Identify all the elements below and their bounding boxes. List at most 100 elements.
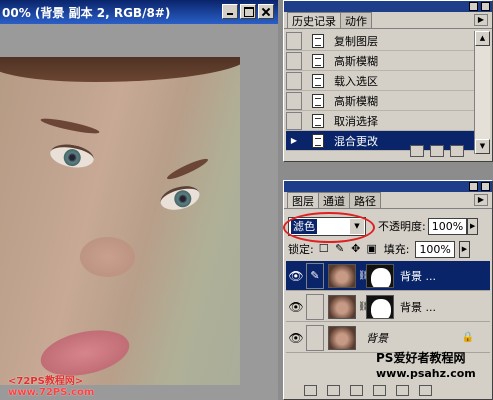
history-snapshot-box[interactable] [286,31,302,50]
eye-icon[interactable]: 👁 [286,331,306,345]
history-panel: 历史记录 动作 ▶ 复制图层 高斯模糊 载入选区 高斯模糊 取消选择 ▶ 混合更… [283,0,493,162]
layer-style-icon[interactable] [304,385,317,396]
layers-panel-titlebar[interactable] [284,181,492,192]
photo-eye-left [48,141,96,171]
new-snapshot-icon[interactable] [430,144,444,157]
history-step-icon [312,93,324,108]
portrait-photo[interactable] [0,57,240,385]
layers-tabs: 图层 通道 路径 ▶ [284,192,492,209]
maximize-button[interactable] [240,4,256,19]
brush-icon[interactable]: ✎ [306,262,324,289]
blend-options-row: 滤色 ▼ 不透明度: 100% ▶ [283,211,488,243]
history-item[interactable]: 高斯模糊 [286,91,474,111]
layer-mask-thumbnail[interactable] [366,263,394,288]
history-step-icon [312,53,324,68]
panel-minimize-icon[interactable] [469,2,478,11]
fill-slider-arrow-icon[interactable]: ▶ [458,240,470,258]
new-document-from-state-icon[interactable] [410,144,424,157]
layer-name: 背景 ... [400,269,436,283]
history-snapshot-box[interactable] [286,71,302,90]
opacity-input[interactable]: 100% [427,217,468,235]
panel-close-icon[interactable] [481,2,490,11]
new-layer-icon[interactable] [396,385,409,396]
panel-close-icon[interactable] [481,182,490,191]
history-tabs: 历史记录 动作 ▶ [284,12,492,29]
watermark-line1: <72PS教程网> [8,376,84,387]
blend-mode-select[interactable]: 滤色 ▼ [283,211,375,243]
watermark-line2: www.72PS.com [8,387,95,398]
tab-paths[interactable]: 路径 [349,192,381,208]
layer-row[interactable]: 👁 ⛓ 背景 ... [286,292,490,322]
layer-link-cell[interactable] [306,324,324,351]
history-step-icon [312,33,324,48]
history-item[interactable]: 高斯模糊 [286,51,474,71]
photo-eye-right [157,182,203,214]
layer-link-cell[interactable] [306,293,324,320]
history-snapshot-box[interactable] [286,91,302,110]
adjustment-layer-icon[interactable] [350,385,363,396]
panel-minimize-icon[interactable] [469,182,478,191]
opacity-label: 不透明度: [378,220,426,233]
layer-name: 背景 [366,331,388,345]
panel-menu-icon[interactable]: ▶ [474,14,488,26]
layer-thumbnail[interactable] [328,325,356,350]
chain-link-icon[interactable]: ⛓ [358,302,369,312]
watermark: <72PS教程网> www.72PS.com [8,376,94,398]
site-watermark: PS爱好者教程网 www.psahz.com [376,351,476,381]
layer-thumbnail[interactable] [328,263,356,288]
history-list: 复制图层 高斯模糊 载入选区 高斯模糊 取消选择 ▶ 混合更改 [286,31,474,151]
layer-thumbnail[interactable] [328,294,356,319]
tab-actions[interactable]: 动作 [340,12,372,28]
history-step-icon [312,113,324,128]
document-title: 00% (背景 副本 2, RGB/8#) [2,6,171,20]
panel-menu-icon[interactable]: ▶ [474,194,488,206]
chain-link-icon[interactable]: ⛓ [358,271,369,281]
fill-label: 填充: [383,243,410,256]
document-window: 00% (背景 副本 2, RGB/8#) <72PS教程网> www.72PS… [0,0,278,400]
history-footer [286,141,474,160]
photo-nose [80,237,135,277]
history-step-icon [312,73,324,88]
eye-icon[interactable]: 👁 [286,269,306,283]
lock-all-icon[interactable]: ▣ [366,243,378,255]
history-item[interactable]: 复制图层 [286,31,474,51]
minimize-button[interactable] [222,4,238,19]
fill-input[interactable]: 100% [415,240,455,258]
lock-row: 锁定: ☐ ✎ ✥ ▣ 填充: 100% ▶ [288,240,488,258]
canvas-area[interactable] [0,24,278,400]
history-snapshot-box[interactable] [286,51,302,70]
history-item[interactable]: 取消选择 [286,111,474,131]
trash-icon[interactable] [450,144,464,157]
layer-name: 背景 ... [400,300,436,314]
photo-hair [0,57,240,82]
layer-row-background[interactable]: 👁 背景 🔒 [286,323,490,353]
lock-position-move-icon[interactable]: ✥ [350,243,362,255]
lock-icon: 🔒 [461,332,474,343]
history-item-label: 取消选择 [334,114,378,128]
lock-pixels-brush-icon[interactable]: ✎ [334,243,346,255]
opacity-slider-arrow-icon[interactable]: ▶ [467,217,479,235]
trash-icon[interactable] [419,385,432,396]
site-watermark-title: PS爱好者教程网 [376,351,466,365]
tab-history[interactable]: 历史记录 [287,12,341,28]
history-item-label: 高斯模糊 [334,94,378,108]
layers-panel: 图层 通道 路径 ▶ 滤色 ▼ 不透明度: 100% ▶ 锁定: ☐ ✎ ✥ ▣… [283,180,493,400]
tab-layers[interactable]: 图层 [287,192,319,208]
document-titlebar[interactable]: 00% (背景 副本 2, RGB/8#) [0,0,278,24]
history-item[interactable]: 载入选区 [286,71,474,91]
scroll-up-icon[interactable]: ▲ [475,31,490,46]
history-panel-titlebar[interactable] [284,1,492,12]
photo-lips [36,323,134,383]
history-item-label: 高斯模糊 [334,54,378,68]
layer-mask-thumbnail[interactable] [366,294,394,319]
history-scrollbar[interactable]: ▲ ▼ [474,31,490,154]
lock-transparency-icon[interactable]: ☐ [318,243,330,255]
scroll-down-icon[interactable]: ▼ [475,139,490,154]
close-button[interactable] [258,4,274,19]
tab-channels[interactable]: 通道 [318,192,350,208]
eye-icon[interactable]: 👁 [286,300,306,314]
history-snapshot-box[interactable] [286,111,302,130]
add-mask-icon[interactable] [327,385,340,396]
layer-row-selected[interactable]: 👁 ✎ ⛓ 背景 ... [286,261,490,291]
new-group-icon[interactable] [373,385,386,396]
